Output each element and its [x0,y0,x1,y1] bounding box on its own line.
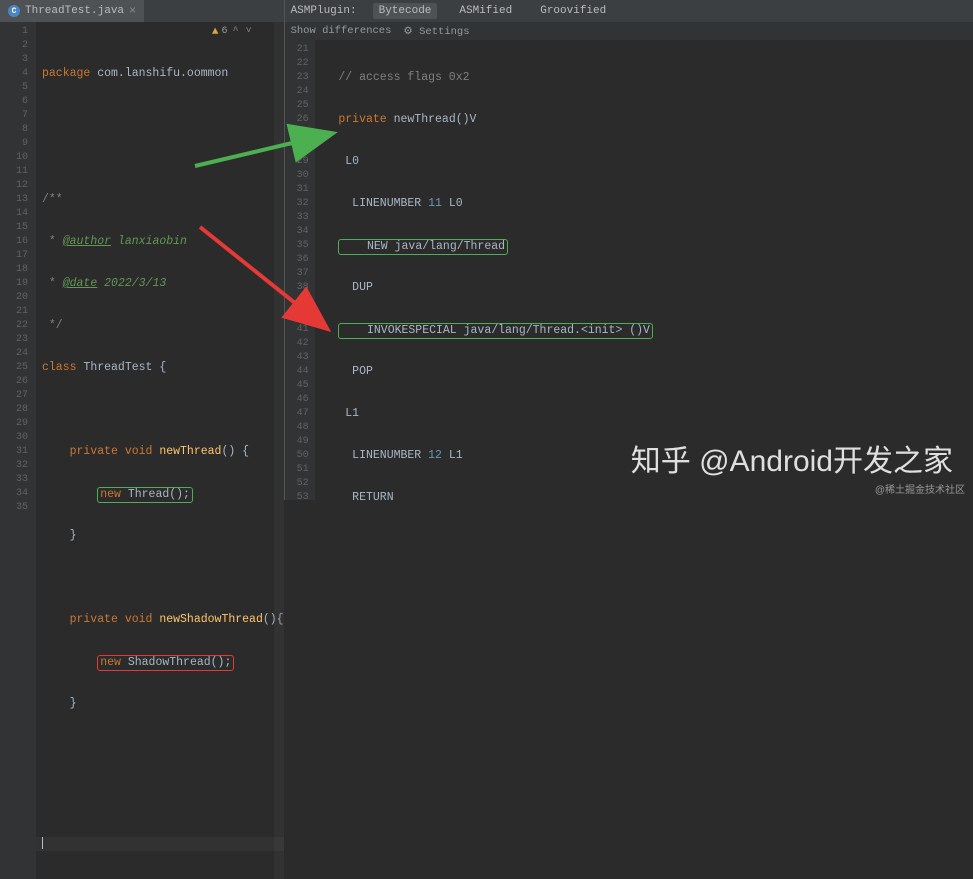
inspection-badge[interactable]: ▲ 6 ^ ˅ [212,25,254,39]
settings-link[interactable]: ⚙ Settings [403,25,469,38]
chevron-up-icon[interactable]: ^ [233,25,239,39]
warning-icon: ▲ [212,25,219,39]
highlight-bc-new-thread: NEW java/lang/Thread [338,239,508,255]
current-line [36,837,284,851]
highlight-new-thread: new Thread(); [97,487,193,503]
plugin-label: ASMPlugin: [291,5,357,17]
package-name: com.lanshifu.oommon [90,67,228,80]
file-tab-threadtest[interactable]: C ThreadTest.java × [0,0,144,22]
left-code-area[interactable]: ▲ 6 ^ ˅ package com.lanshifu.oommon /** … [36,22,284,879]
scrollbar[interactable] [274,22,284,879]
show-differences-link[interactable]: Show differences [291,25,392,37]
method-newshadowthread: newShadowThread [159,613,263,626]
left-gutter: 123456789 101112131415161718 19202122232… [0,22,36,879]
chevron-down-icon[interactable]: ˅ [246,25,252,39]
tab-bytecode[interactable]: Bytecode [373,3,438,19]
caret-icon [42,837,43,849]
watermark-small: @稀土掘金技术社区 [875,481,965,496]
bc-method-sig: newThread()V [387,113,477,126]
javadoc-start: /** [42,193,63,206]
bytecode-pane: ASMPlugin: Bytecode ASMified Groovified … [285,0,973,500]
bc-comment: // access flags 0x2 [325,71,470,84]
tab-asmified[interactable]: ASMified [453,3,518,19]
plugin-toolbar: ASMPlugin: Bytecode ASMified Groovified … [285,0,973,22]
close-icon[interactable]: × [129,4,136,18]
highlight-new-shadowthread: new ShadowThread(); [97,655,234,671]
javadoc-date-tag: @date [63,277,98,290]
keyword-package: package [42,67,90,80]
javadoc-end: */ [42,319,63,332]
keyword-class: class [42,361,77,374]
highlight-bc-invokespecial-thread: INVOKESPECIAL java/lang/Thread.<init> ()… [338,323,653,339]
editor-left-pane: C ThreadTest.java × 123456789 1011121314… [0,0,285,500]
plugin-sub-toolbar: Show differences ⚙ Settings [285,22,973,40]
javadoc-author-tag: @author [63,235,111,248]
editor-tab-bar: C ThreadTest.java × [0,0,284,22]
bytecode-area[interactable]: // access flags 0x2 private newThread()V… [315,40,973,500]
warning-count: 6 [222,25,228,39]
method-newthread: newThread [159,445,221,458]
java-class-icon: C [8,5,20,17]
right-gutter: 212223242526272829 303132333435363738 39… [285,40,315,500]
tab-groovified[interactable]: Groovified [534,3,612,19]
file-tab-label: ThreadTest.java [25,5,124,17]
